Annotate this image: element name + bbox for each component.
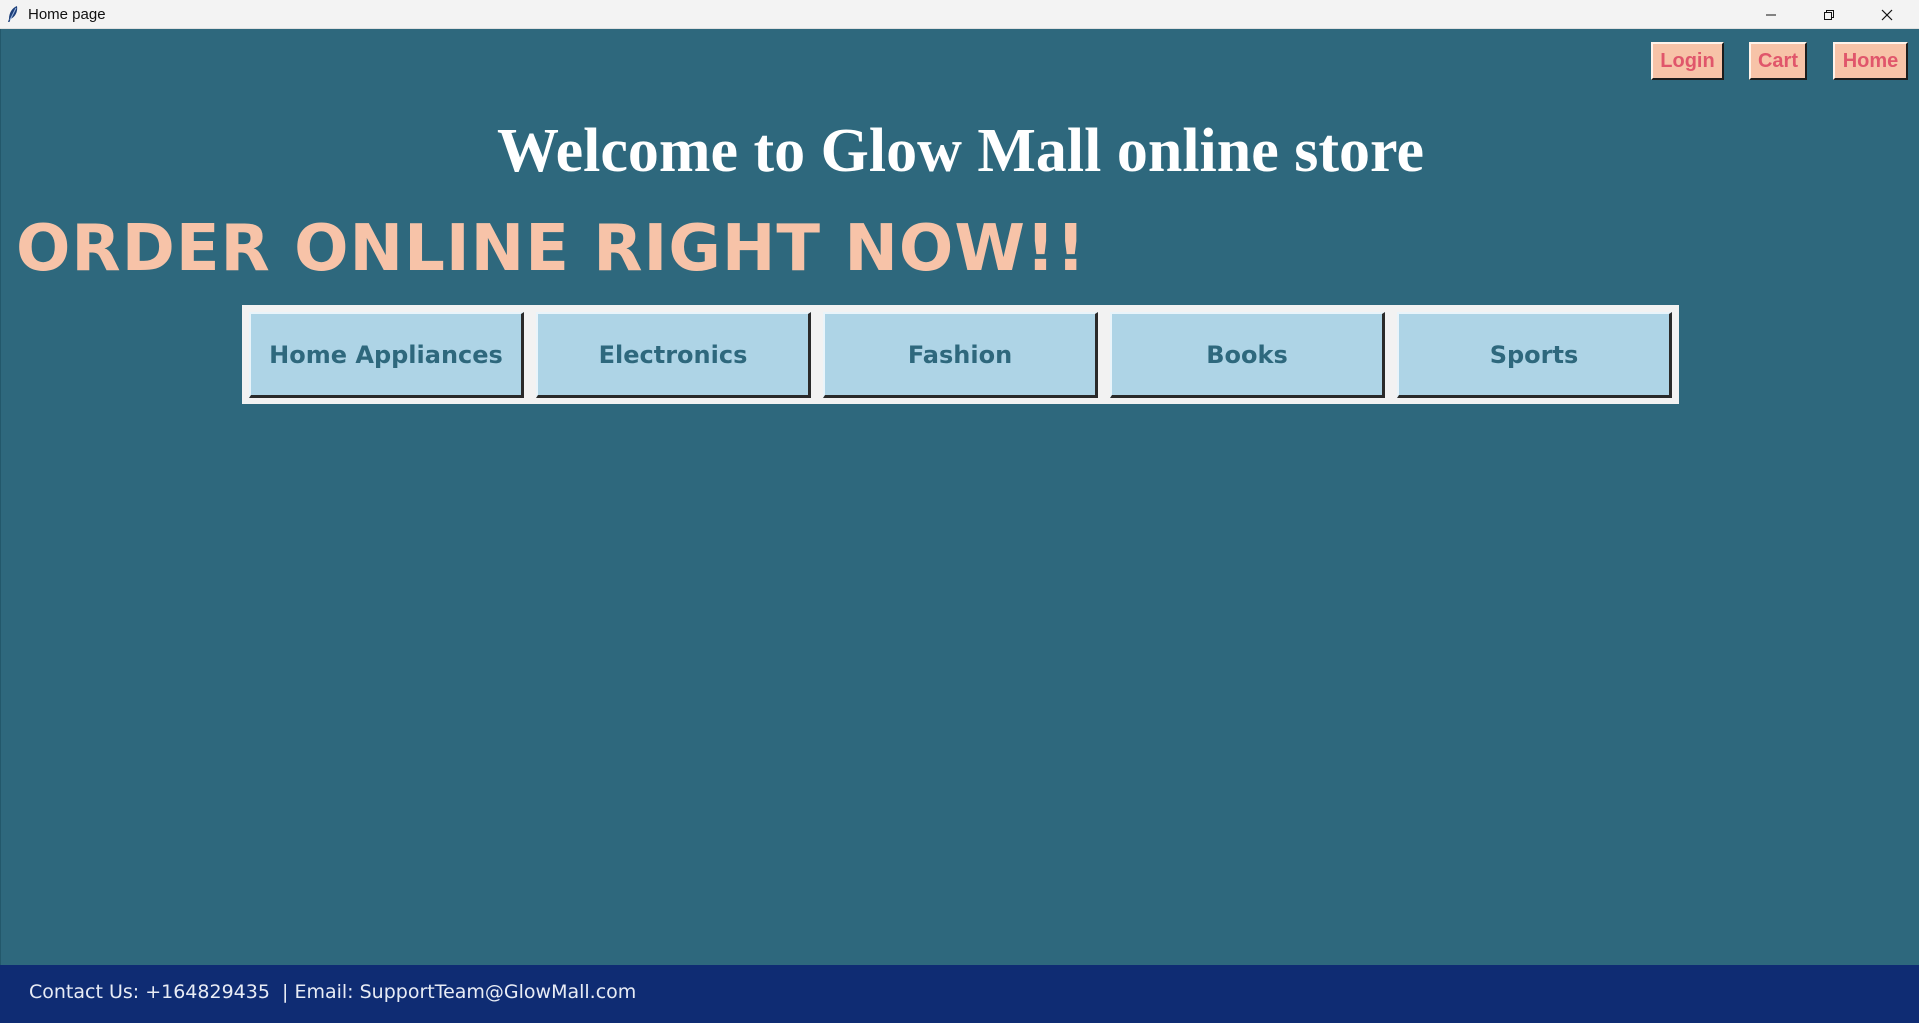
footer: Contact Us: +164829435 | Email: SupportT…: [0, 965, 1919, 1023]
welcome-title: Welcome to Glow Mall online store: [497, 117, 1424, 185]
title-bar: Home page: [0, 0, 1919, 29]
minimize-icon: [1766, 14, 1776, 15]
main-content: Login Cart Home Welcome to Glow Mall onl…: [0, 29, 1919, 965]
restore-icon: [1824, 9, 1834, 20]
restore-button[interactable]: [1800, 0, 1858, 29]
category-electronics-button[interactable]: Electronics: [536, 312, 811, 398]
app-window: Home page Login Cart Home Welcome to Glo…: [0, 0, 1919, 1023]
close-button[interactable]: [1858, 0, 1916, 29]
window-title: Home page: [28, 6, 106, 23]
close-icon: [1881, 9, 1893, 20]
category-home-appliances-button[interactable]: Home Appliances: [249, 312, 524, 398]
footer-contact-text: Contact Us: +164829435 | Email: SupportT…: [29, 981, 637, 1003]
minimize-button[interactable]: [1742, 0, 1800, 29]
home-button[interactable]: Home: [1833, 42, 1908, 80]
category-bar: Home Appliances Electronics Fashion Book…: [242, 305, 1679, 404]
promo-banner: ORDER ONLINE RIGHT NOW!!: [16, 212, 1087, 286]
category-books-button[interactable]: Books: [1110, 312, 1385, 398]
feather-icon: [8, 6, 18, 22]
category-sports-button[interactable]: Sports: [1397, 312, 1672, 398]
login-button[interactable]: Login: [1651, 42, 1724, 80]
cart-button[interactable]: Cart: [1749, 42, 1807, 80]
category-fashion-button[interactable]: Fashion: [823, 312, 1098, 398]
